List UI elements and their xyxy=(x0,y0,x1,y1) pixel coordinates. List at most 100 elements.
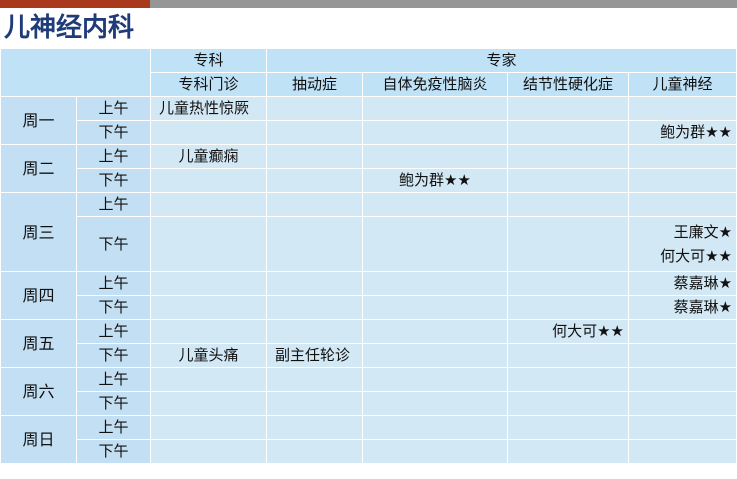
cell-tuberous xyxy=(507,192,629,217)
cell-tic xyxy=(266,415,363,440)
cell-tic xyxy=(266,216,363,272)
cell-tuberous xyxy=(507,391,629,416)
cell-child-neuro: 王廉文★ 何大可★★ xyxy=(627,216,737,272)
cell-autoimmune xyxy=(362,415,508,440)
header-col-child-neuro: 儿童神经 xyxy=(627,72,737,97)
header-group-specialty: 专科 xyxy=(150,48,267,73)
header-col-tic: 抽动症 xyxy=(266,72,363,97)
cell-tuberous xyxy=(507,295,629,320)
table-row: 周三 上午 xyxy=(0,192,737,272)
day-label-mon: 周一 xyxy=(0,96,77,145)
day-label-thu: 周四 xyxy=(0,271,77,320)
accent-bar-red xyxy=(0,0,150,8)
slot-pm: 下午 xyxy=(76,168,151,193)
cell-tuberous xyxy=(507,271,629,296)
cell-tic xyxy=(266,192,363,217)
cell-child-neuro xyxy=(627,415,737,440)
cell-specialty-clinic xyxy=(150,439,267,464)
cell-tic xyxy=(266,439,363,464)
cell-tuberous xyxy=(507,216,629,272)
cell-specialty-clinic xyxy=(150,367,267,392)
cell-tic xyxy=(266,319,363,344)
cell-tic xyxy=(266,120,363,145)
table-row: 周二 上午 儿童癫痫 xyxy=(0,144,737,193)
slot-pm: 下午 xyxy=(76,391,151,416)
cell-tuberous xyxy=(507,415,629,440)
cell-child-neuro xyxy=(627,439,737,464)
cell-autoimmune xyxy=(362,439,508,464)
cell-tic: 副主任轮诊 xyxy=(266,343,363,368)
cell-specialty-clinic xyxy=(150,168,267,193)
cell-autoimmune xyxy=(362,367,508,392)
cell-tuberous xyxy=(507,144,629,169)
slot-am: 上午 xyxy=(76,319,151,344)
cell-autoimmune xyxy=(362,391,508,416)
cell-tic xyxy=(266,295,363,320)
cell-specialty-clinic: 儿童热性惊厥 xyxy=(150,96,267,121)
cell-autoimmune xyxy=(362,120,508,145)
cell-tic xyxy=(266,168,363,193)
doctor-name: 王廉文★ xyxy=(673,223,733,241)
table-row: 下午 王廉文★ 何大可★★ xyxy=(1,216,737,272)
cell-tuberous xyxy=(507,367,629,392)
cell-autoimmune xyxy=(362,96,508,121)
cell-autoimmune xyxy=(362,144,508,169)
cell-child-neuro xyxy=(627,192,737,217)
day-label-sun: 周日 xyxy=(0,415,77,464)
header-corner xyxy=(0,48,151,97)
cell-child-neuro xyxy=(627,391,737,416)
cell-specialty-clinic: 儿童癫痫 xyxy=(150,144,267,169)
accent-bar-gray xyxy=(150,0,737,8)
table-row: 下午 鲍为群★★ xyxy=(1,120,737,145)
table-row: 周四 上午 蔡嘉琳★ xyxy=(0,271,737,320)
cell-tic xyxy=(266,96,363,121)
slot-pm: 下午 xyxy=(76,120,151,145)
cell-child-neuro: 鲍为群★★ xyxy=(627,120,737,145)
header-col-specialty-clinic: 专科门诊 xyxy=(150,72,267,97)
cell-autoimmune xyxy=(362,271,508,296)
cell-child-neuro xyxy=(627,319,737,344)
slot-pm: 下午 xyxy=(76,216,151,272)
cell-child-neuro xyxy=(627,343,737,368)
slot-am: 上午 xyxy=(76,144,151,169)
slot-pm: 下午 xyxy=(76,439,151,464)
cell-tuberous: 何大可★★ xyxy=(507,319,629,344)
doctor-name: 何大可★★ xyxy=(660,247,733,265)
cell-specialty-clinic xyxy=(150,391,267,416)
cell-child-neuro xyxy=(627,96,737,121)
cell-autoimmune xyxy=(362,295,508,320)
cell-tuberous xyxy=(507,439,629,464)
cell-tic xyxy=(266,367,363,392)
cell-child-neuro: 蔡嘉琳★ xyxy=(627,295,737,320)
cell-autoimmune xyxy=(362,192,508,217)
table-row: 下午 儿童头痛 副主任轮诊 xyxy=(1,343,737,368)
cell-tuberous xyxy=(507,343,629,368)
table-row: 下午 xyxy=(1,391,737,416)
cell-child-neuro xyxy=(627,367,737,392)
cell-tuberous xyxy=(507,120,629,145)
cell-autoimmune xyxy=(362,319,508,344)
table-row: 下午 xyxy=(1,439,737,464)
schedule-table: 专科 专家 专科门诊 抽动症 自体免疫性脑炎 结节性硬化症 儿童神经 周一 上午… xyxy=(0,48,737,464)
slot-am: 上午 xyxy=(76,96,151,121)
day-label-tue: 周二 xyxy=(0,144,77,193)
cell-specialty-clinic xyxy=(150,319,267,344)
cell-specialty-clinic xyxy=(150,271,267,296)
day-label-sat: 周六 xyxy=(0,367,77,416)
slot-am: 上午 xyxy=(76,367,151,392)
slot-pm: 下午 xyxy=(76,343,151,368)
table-row: 周一 上午 儿童热性惊厥 xyxy=(0,96,737,145)
cell-specialty-clinic xyxy=(150,120,267,145)
header-col-autoimmune: 自体免疫性脑炎 xyxy=(362,72,508,97)
table-row: 下午 鲍为群★★ xyxy=(1,168,737,193)
slot-am: 上午 xyxy=(76,271,151,296)
cell-specialty-clinic: 儿童头痛 xyxy=(150,343,267,368)
cell-tic xyxy=(266,271,363,296)
day-label-fri: 周五 xyxy=(0,319,77,368)
cell-child-neuro xyxy=(627,168,737,193)
table-row: 周日 上午 xyxy=(0,415,737,464)
cell-specialty-clinic xyxy=(150,295,267,320)
cell-autoimmune: 鲍为群★★ xyxy=(362,168,508,193)
table-row: 下午 蔡嘉琳★ xyxy=(1,295,737,320)
page-title: 儿神经内科 xyxy=(4,13,135,43)
